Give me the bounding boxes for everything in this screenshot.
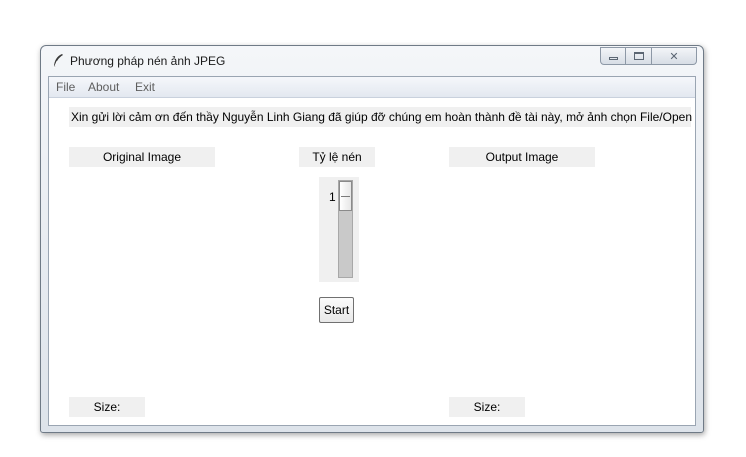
output-size-label-text: Size: [473, 400, 501, 414]
original-size-label-text: Size: [93, 400, 121, 414]
feather-icon [53, 54, 63, 69]
menu-exit[interactable]: Exit [132, 80, 158, 94]
minimize-icon [608, 57, 618, 60]
output-size-label: Size: [449, 397, 525, 417]
menu-about[interactable]: About [85, 80, 122, 94]
compression-ratio-label-text: Tỷ lệ nén [312, 150, 362, 164]
output-image-label-text: Output Image [485, 150, 559, 164]
app-window: Phương pháp nén ảnh JPEG ✕ File About Ex… [40, 45, 704, 433]
menu-bar: File About Exit [49, 77, 695, 98]
banner-text: Xin gửi lời cảm ơn đến thầy Nguyễn Linh … [71, 110, 692, 124]
original-image-label-text: Original Image [102, 150, 182, 164]
client-area: File About Exit Xin gửi lời cảm ơn đến t… [48, 76, 696, 426]
slider-value: 1 [329, 190, 336, 204]
window-title: Phương pháp nén ảnh JPEG [70, 54, 226, 68]
close-button[interactable]: ✕ [652, 47, 697, 65]
slider-trough[interactable] [338, 180, 353, 278]
minimize-button[interactable] [600, 47, 626, 65]
compression-ratio-slider[interactable]: 1 [319, 177, 359, 282]
maximize-icon [633, 52, 644, 60]
start-button[interactable]: Start [319, 297, 354, 323]
compression-ratio-label: Tỷ lệ nén [299, 147, 375, 167]
output-image-label: Output Image [449, 147, 595, 167]
maximize-button[interactable] [626, 47, 652, 65]
title-bar[interactable]: Phương pháp nén ảnh JPEG ✕ [41, 46, 703, 76]
close-icon: ✕ [669, 49, 679, 63]
original-size-label: Size: [69, 397, 145, 417]
menu-file[interactable]: File [53, 80, 78, 94]
acknowledgement-banner: Xin gửi lời cảm ơn đến thầy Nguyễn Linh … [69, 107, 692, 127]
window-controls: ✕ [600, 47, 697, 66]
slider-handle[interactable] [339, 181, 352, 211]
original-image-label: Original Image [69, 147, 215, 167]
